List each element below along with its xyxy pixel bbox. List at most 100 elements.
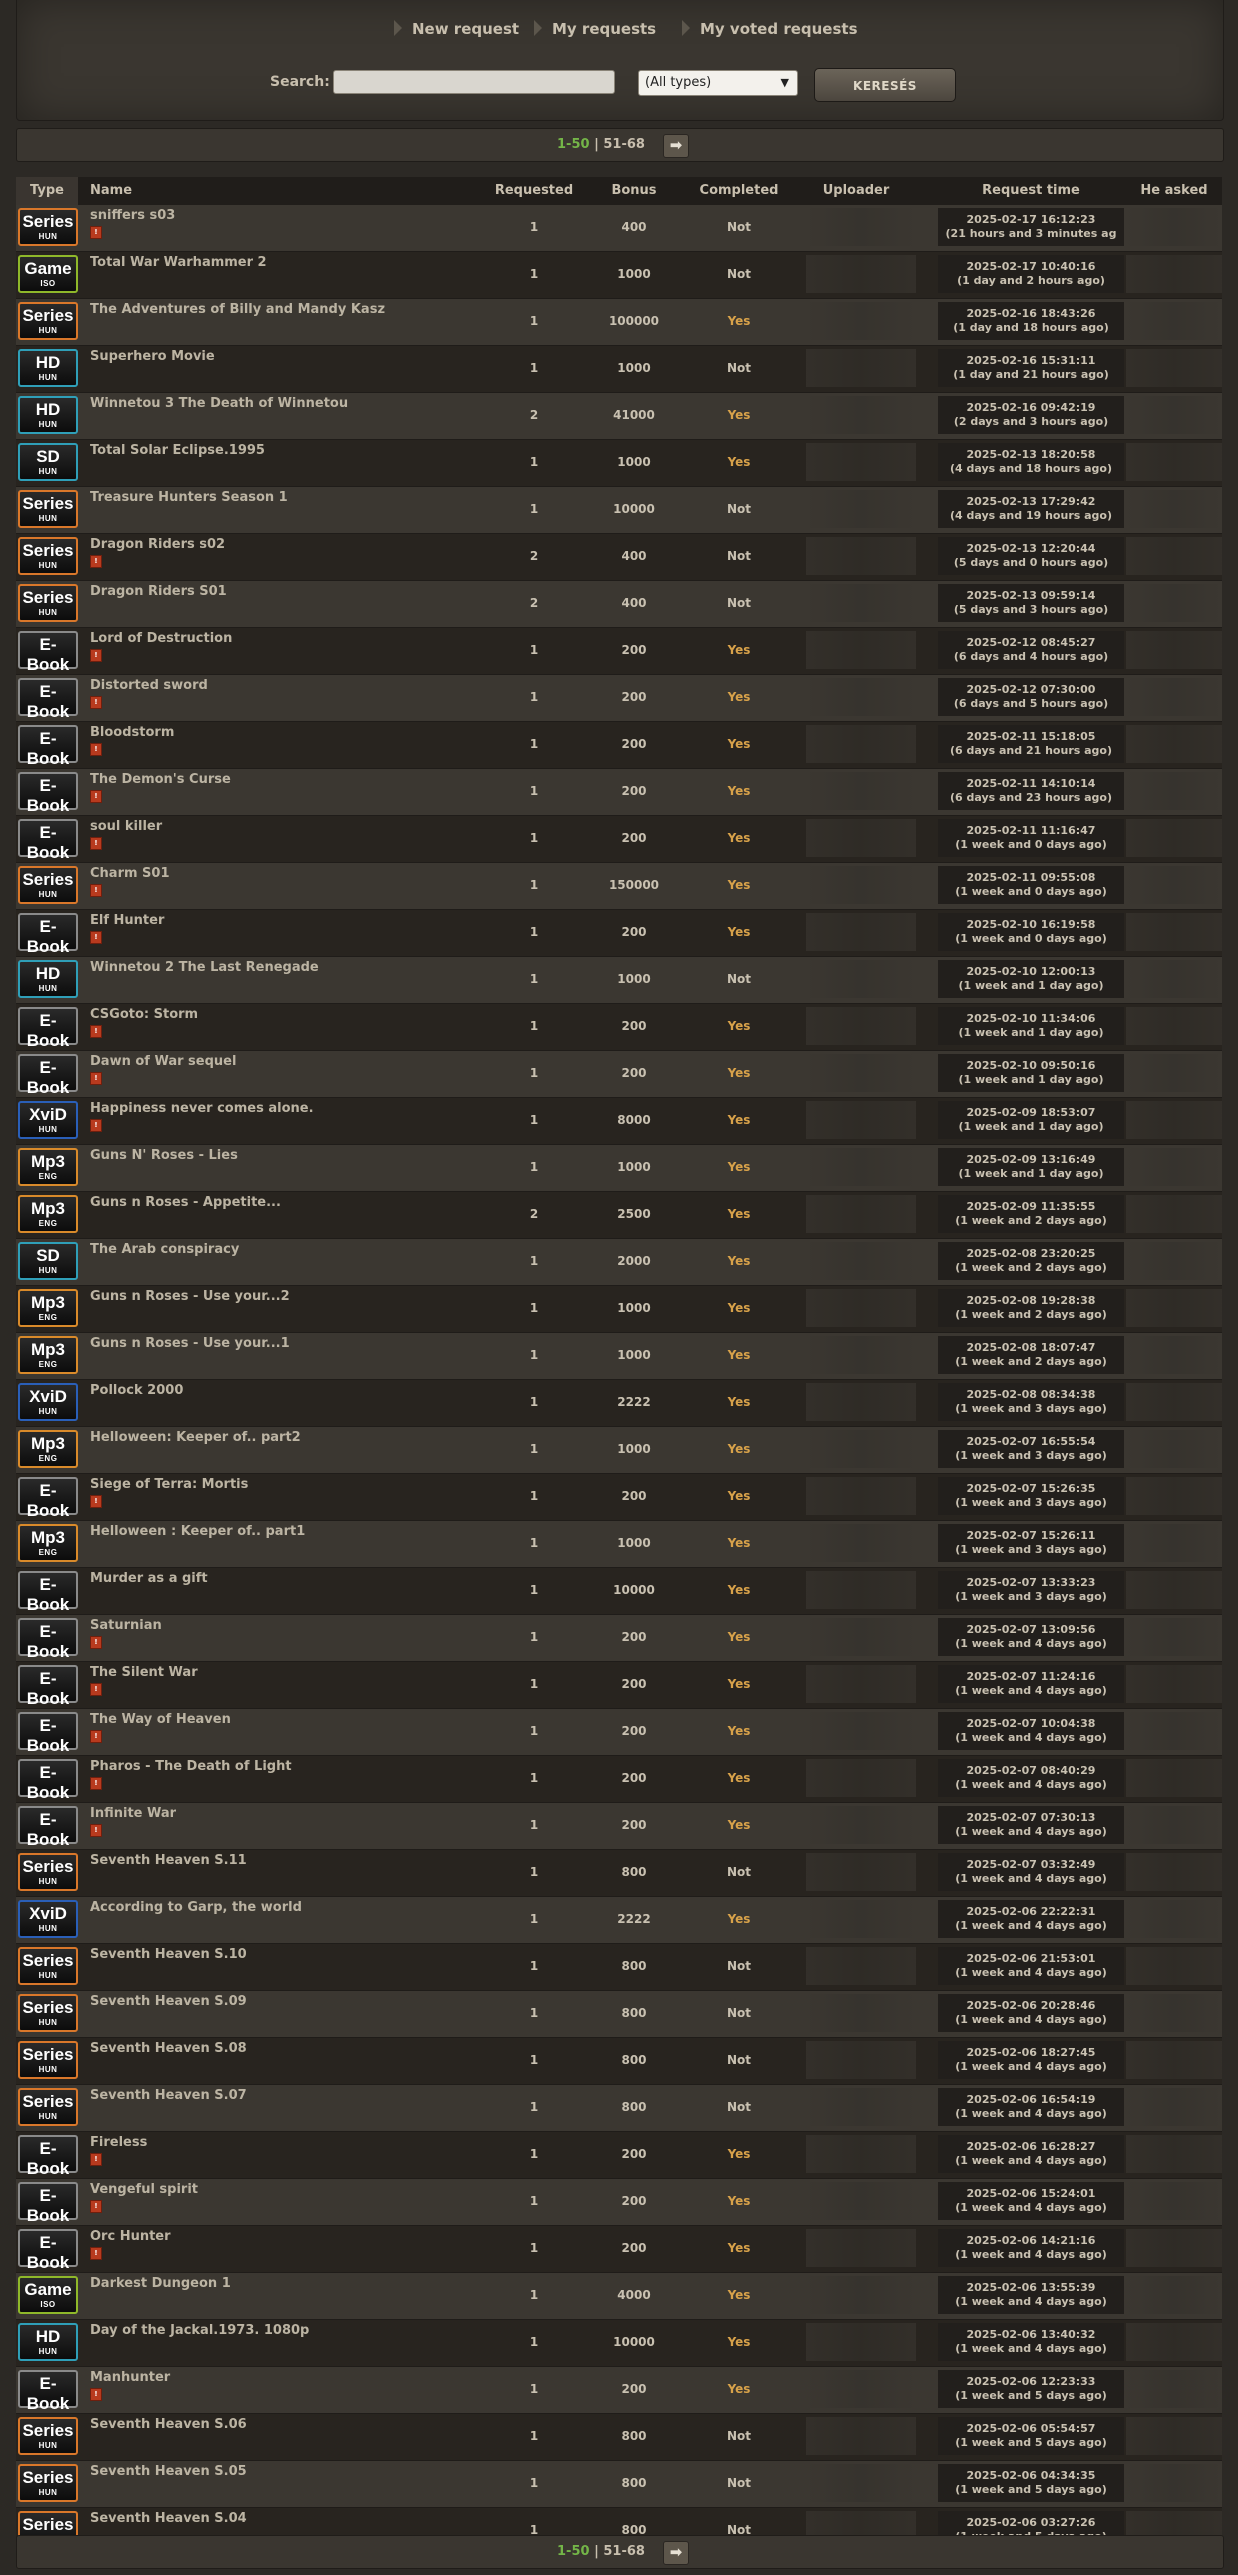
request-name[interactable]: The Adventures of Billy and Mandy Kasz: [90, 302, 385, 317]
category-icon[interactable]: SeriesHUN: [18, 1947, 78, 1985]
category-icon[interactable]: E-BookHUN: [18, 2229, 78, 2282]
category-icon[interactable]: SeriesHUN: [18, 302, 78, 340]
request-name[interactable]: Guns n Roses - Use your...1: [90, 1336, 290, 1351]
category-icon[interactable]: HD HUN: [18, 2323, 78, 2361]
search-input[interactable]: [333, 70, 615, 94]
category-icon[interactable]: SeriesHUN: [18, 2041, 78, 2079]
request-name[interactable]: Pollock 2000: [90, 1383, 183, 1398]
category-icon[interactable]: E-BookHUN: [18, 772, 78, 825]
my-requests-link[interactable]: My requests: [534, 20, 656, 38]
pager-next-range[interactable]: 51-68: [603, 137, 645, 152]
request-name[interactable]: Infinite War: [90, 1806, 176, 1821]
category-icon[interactable]: E-BookHUN: [18, 2370, 78, 2423]
category-icon[interactable]: E-BookHUN: [18, 678, 78, 731]
request-name[interactable]: Total Solar Eclipse.1995: [90, 443, 265, 458]
category-icon[interactable]: E-BookHUN: [18, 1665, 78, 1718]
request-name[interactable]: Lord of Destruction: [90, 631, 232, 646]
request-name[interactable]: The Demon's Curse: [90, 772, 231, 787]
request-name[interactable]: Elf Hunter: [90, 913, 164, 928]
new-request-link[interactable]: New request: [394, 20, 519, 38]
col-requested[interactable]: Requested: [494, 177, 574, 205]
request-name[interactable]: Distorted sword: [90, 678, 208, 693]
request-name[interactable]: Seventh Heaven S.07: [90, 2088, 247, 2103]
category-icon[interactable]: XviD HUN: [18, 1101, 78, 1139]
category-icon[interactable]: SeriesHUN: [18, 2464, 78, 2502]
category-icon[interactable]: HD HUN: [18, 960, 78, 998]
category-icon[interactable]: SeriesHUN: [18, 208, 78, 246]
col-uploader[interactable]: Uploader: [806, 177, 906, 205]
search-button[interactable]: KERESÉS: [814, 68, 956, 102]
category-icon[interactable]: HD HUN: [18, 396, 78, 434]
my-voted-requests-label[interactable]: My voted requests: [700, 20, 858, 38]
my-requests-label[interactable]: My requests: [552, 20, 656, 38]
request-name[interactable]: Day of the Jackal.1973. 1080p: [90, 2323, 309, 2338]
request-name[interactable]: The Way of Heaven: [90, 1712, 231, 1727]
category-icon[interactable]: E-BookHUN: [18, 1712, 78, 1765]
request-name[interactable]: Seventh Heaven S.11: [90, 1853, 247, 1868]
category-icon[interactable]: SeriesHUN: [18, 1994, 78, 2032]
category-icon[interactable]: E-BookHUN: [18, 1477, 78, 1530]
request-name[interactable]: Seventh Heaven S.10: [90, 1947, 247, 1962]
request-name[interactable]: CSGoto: Storm: [90, 1007, 198, 1022]
category-icon[interactable]: SeriesHUN: [18, 584, 78, 622]
request-name[interactable]: Winnetou 3 The Death of Winnetou: [90, 396, 348, 411]
category-icon[interactable]: SeriesHUN: [18, 537, 78, 575]
category-icon[interactable]: E-BookHUN: [18, 631, 78, 684]
category-icon[interactable]: Mp3 ENG: [18, 1195, 78, 1233]
category-icon[interactable]: XviD HUN: [18, 1900, 78, 1938]
category-icon[interactable]: E-BookHUN: [18, 1054, 78, 1107]
request-name[interactable]: Treasure Hunters Season 1: [90, 490, 288, 505]
arrow-right-icon[interactable]: ➡: [663, 134, 689, 158]
request-name[interactable]: Seventh Heaven S.05: [90, 2464, 247, 2479]
col-name[interactable]: Name: [90, 177, 290, 205]
category-icon[interactable]: SeriesHUN: [18, 490, 78, 528]
category-icon[interactable]: E-BookHUN: [18, 1759, 78, 1812]
request-name[interactable]: The Silent War: [90, 1665, 198, 1680]
category-icon[interactable]: E-BookHUN: [18, 2135, 78, 2188]
request-name[interactable]: Guns n Roses - Use your...2: [90, 1289, 290, 1304]
category-icon[interactable]: Mp3 ENG: [18, 1524, 78, 1562]
my-voted-requests-link[interactable]: My voted requests: [682, 20, 858, 38]
request-name[interactable]: Seventh Heaven S.04: [90, 2511, 247, 2526]
col-type[interactable]: Type: [16, 177, 78, 205]
request-name[interactable]: The Arab conspiracy: [90, 1242, 239, 1257]
request-name[interactable]: Seventh Heaven S.06: [90, 2417, 247, 2432]
category-icon[interactable]: E-BookHUN: [18, 1618, 78, 1671]
request-name[interactable]: Vengeful spirit: [90, 2182, 198, 2197]
request-name[interactable]: Fireless: [90, 2135, 147, 2150]
category-icon[interactable]: HD HUN: [18, 349, 78, 387]
request-name[interactable]: Dragon Riders s02: [90, 537, 225, 552]
category-icon[interactable]: Mp3 ENG: [18, 1289, 78, 1327]
category-icon[interactable]: E-BookHUN: [18, 725, 78, 778]
request-name[interactable]: Happiness never comes alone.: [90, 1101, 314, 1116]
request-name[interactable]: Murder as a gift: [90, 1571, 208, 1586]
request-name[interactable]: Superhero Movie: [90, 349, 215, 364]
request-name[interactable]: Helloween : Keeper of.. part1: [90, 1524, 305, 1539]
request-name[interactable]: Siege of Terra: Mortis: [90, 1477, 248, 1492]
category-icon[interactable]: SD HUN: [18, 443, 78, 481]
col-he-asked[interactable]: He asked: [1126, 177, 1222, 205]
request-name[interactable]: Charm S01: [90, 866, 170, 881]
pager-next-range[interactable]: 51-68: [603, 2544, 645, 2559]
category-icon[interactable]: Mp3 ENG: [18, 1336, 78, 1374]
request-name[interactable]: Seventh Heaven S.09: [90, 1994, 247, 2009]
category-icon[interactable]: E-BookHUN: [18, 1007, 78, 1060]
request-name[interactable]: Pharos - The Death of Light: [90, 1759, 292, 1774]
request-name[interactable]: Dawn of War sequel: [90, 1054, 236, 1069]
category-icon[interactable]: SD HUN: [18, 1242, 78, 1280]
request-name[interactable]: Seventh Heaven S.08: [90, 2041, 247, 2056]
request-name[interactable]: Bloodstorm: [90, 725, 174, 740]
category-icon[interactable]: SeriesHUN: [18, 2417, 78, 2455]
new-request-label[interactable]: New request: [412, 20, 519, 38]
request-name[interactable]: sniffers s03: [90, 208, 175, 223]
category-icon[interactable]: XviD HUN: [18, 1383, 78, 1421]
request-name[interactable]: Helloween: Keeper of.. part2: [90, 1430, 301, 1445]
category-icon[interactable]: Mp3 ENG: [18, 1430, 78, 1468]
category-icon[interactable]: Mp3 ENG: [18, 1148, 78, 1186]
col-bonus[interactable]: Bonus: [594, 177, 674, 205]
col-completed[interactable]: Completed: [694, 177, 784, 205]
category-icon[interactable]: SeriesHUN: [18, 866, 78, 904]
category-icon[interactable]: E-BookHUN: [18, 819, 78, 872]
request-name[interactable]: According to Garp, the world: [90, 1900, 302, 1915]
category-icon[interactable]: E-BookHUN: [18, 1806, 78, 1859]
